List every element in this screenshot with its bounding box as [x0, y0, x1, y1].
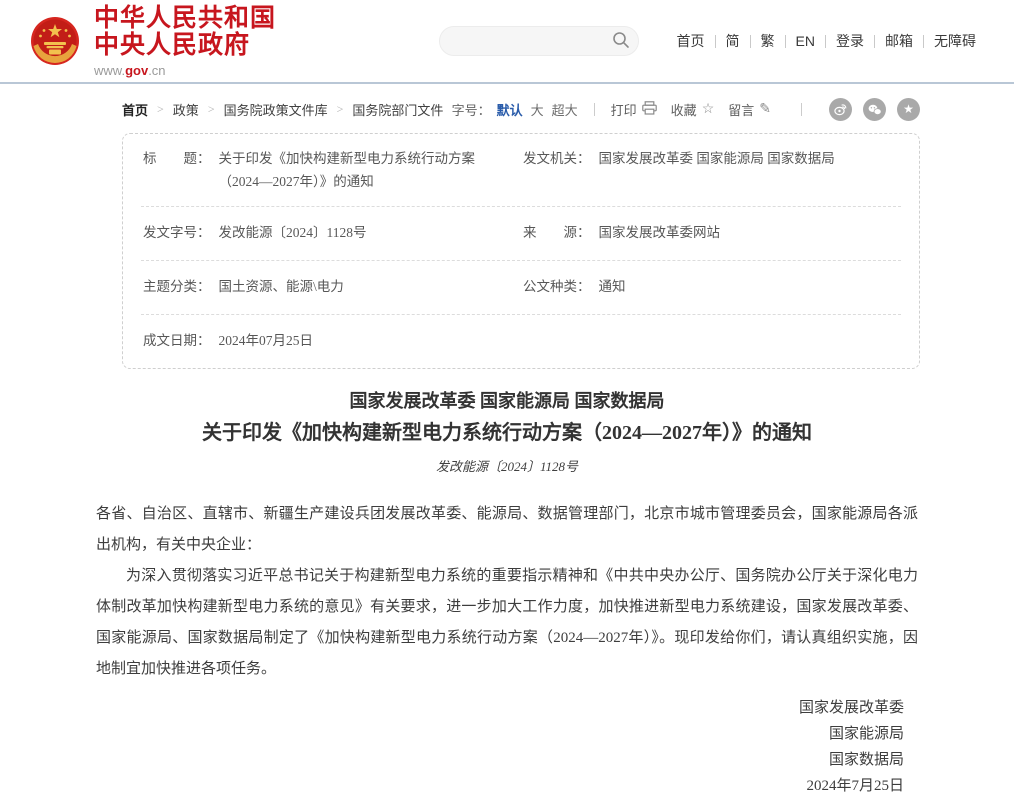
- share-qzone-button[interactable]: ★: [897, 98, 920, 121]
- breadcrumb-policy[interactable]: 政策: [173, 100, 199, 119]
- meta-date-cell: 成文日期： 2024年07月25日: [141, 315, 521, 368]
- divider: [801, 103, 802, 116]
- meta-doctype-label: 公文种类：: [523, 276, 591, 299]
- document-title-agencies: 国家发展改革委 国家能源局 国家数据局: [96, 387, 918, 416]
- nav-mail[interactable]: 邮箱: [875, 31, 923, 51]
- page-toolbar: 字号： 默认 大 超大 打印 收藏 ☆ 留言 ✎: [452, 98, 920, 121]
- font-size-label: 字号：: [452, 100, 491, 119]
- document-body: 国家发展改革委 国家能源局 国家数据局 关于印发《加快构建新型电力系统行动方案（…: [96, 387, 918, 799]
- meta-category-value: 国土资源、能源\电力: [219, 276, 344, 299]
- document-paragraph-recipients: 各省、自治区、直辖市、新疆生产建设兵团发展改革委、能源局、数据管理部门，北京市城…: [96, 499, 918, 561]
- favorite-label: 收藏: [671, 100, 697, 119]
- font-size-large-button[interactable]: 大: [531, 100, 544, 119]
- meta-docnumber-cell: 发文字号： 发改能源〔2024〕1128号: [141, 207, 521, 260]
- signature-nda: 国家数据局: [96, 747, 904, 773]
- meta-docnumber-label: 发文字号：: [143, 222, 211, 245]
- share-icons: ★: [818, 98, 920, 121]
- weibo-icon: [834, 103, 847, 116]
- meta-row: 发文字号： 发改能源〔2024〕1128号 来 源： 国家发展改革委网站: [141, 207, 901, 261]
- national-emblem-icon: [30, 16, 80, 66]
- meta-title-value: 关于印发《加快构建新型电力系统行动方案（2024—2027年）》的通知: [219, 148, 512, 194]
- meta-row: 标 题： 关于印发《加快构建新型电力系统行动方案（2024—2027年）》的通知…: [141, 134, 901, 207]
- meta-docnumber-value: 发改能源〔2024〕1128号: [219, 222, 367, 245]
- star-badge-icon: ★: [903, 102, 914, 117]
- signature-block: 国家发展改革委 国家能源局 国家数据局 2024年7月25日: [96, 695, 918, 799]
- site-header: 中华人民共和国中央人民政府 www.gov.cn 首页 简 繁 EN 登录 邮箱…: [0, 0, 1014, 84]
- search-button[interactable]: [609, 29, 633, 53]
- breadcrumb-separator: >: [337, 102, 344, 117]
- meta-source-label: 来 源：: [523, 222, 591, 245]
- meta-doctype-cell: 公文种类： 通知: [521, 261, 901, 314]
- meta-date-value: 2024年07月25日: [219, 330, 314, 353]
- share-wechat-button[interactable]: [863, 98, 886, 121]
- font-size-xlarge-button[interactable]: 超大: [552, 100, 578, 119]
- meta-category-cell: 主题分类： 国土资源、能源\电力: [141, 261, 521, 314]
- meta-row: 主题分类： 国土资源、能源\电力 公文种类： 通知: [141, 261, 901, 315]
- document-paragraph-body: 为深入贯彻落实习近平总书记关于构建新型电力系统的重要指示精神和《中共中央办公厅、…: [96, 561, 918, 685]
- site-url-gov: gov: [125, 63, 148, 78]
- breadcrumb-separator: >: [157, 102, 164, 117]
- meta-source-value: 国家发展改革委网站: [599, 222, 721, 245]
- printer-icon: [642, 101, 657, 119]
- site-url-prefix: www.: [94, 63, 125, 78]
- meta-date-label: 成文日期：: [143, 330, 211, 353]
- breadcrumb-department-docs[interactable]: 国务院部门文件: [352, 100, 443, 119]
- breadcrumb-policy-library[interactable]: 国务院政策文件库: [224, 100, 328, 119]
- meta-doctype-value: 通知: [599, 276, 626, 299]
- signature-ndrc: 国家发展改革委: [96, 695, 904, 721]
- divider: [594, 103, 595, 116]
- meta-issuer-value: 国家发展改革委 国家能源局 国家数据局: [599, 148, 835, 194]
- signature-date: 2024年7月25日: [96, 773, 904, 799]
- meta-title-cell: 标 题： 关于印发《加快构建新型电力系统行动方案（2024—2027年）》的通知: [141, 134, 521, 206]
- document-number: 发改能源〔2024〕1128号: [96, 456, 918, 475]
- comment-button[interactable]: 留言 ✎: [728, 100, 771, 119]
- meta-issuer-label: 发文机关：: [523, 148, 591, 194]
- search-box: [439, 26, 639, 56]
- print-button[interactable]: 打印: [611, 100, 657, 119]
- nav-login[interactable]: 登录: [826, 31, 874, 51]
- document-title-main: 关于印发《加快构建新型电力系统行动方案（2024—2027年）》的通知: [96, 417, 918, 449]
- site-logo[interactable]: 中华人民共和国中央人民政府 www.gov.cn: [30, 5, 279, 78]
- meta-issuer-cell: 发文机关： 国家发展改革委 国家能源局 国家数据局: [521, 134, 901, 206]
- document-meta-table: 标 题： 关于印发《加快构建新型电力系统行动方案（2024—2027年）》的通知…: [122, 133, 920, 369]
- comment-label: 留言: [728, 100, 754, 119]
- site-title-block: 中华人民共和国中央人民政府 www.gov.cn: [94, 5, 279, 78]
- nav-accessibility[interactable]: 无障碍: [924, 31, 986, 51]
- font-size-default-button[interactable]: 默认: [497, 100, 523, 119]
- nav-traditional[interactable]: 繁: [751, 31, 785, 51]
- wechat-icon: [868, 104, 882, 116]
- print-label: 打印: [611, 100, 637, 119]
- meta-category-label: 主题分类：: [143, 276, 211, 299]
- nav-english[interactable]: EN: [786, 33, 825, 49]
- site-url-suffix: .cn: [148, 63, 165, 78]
- star-icon: ☆: [702, 103, 715, 117]
- nav-simplified[interactable]: 简: [716, 31, 750, 51]
- top-nav: 首页 简 繁 EN 登录 邮箱 无障碍: [667, 31, 986, 51]
- meta-source-cell: 来 源： 国家发展改革委网站: [521, 207, 901, 260]
- breadcrumb-separator: >: [208, 102, 215, 117]
- site-url: www.gov.cn: [94, 63, 279, 78]
- signature-nea: 国家能源局: [96, 721, 904, 747]
- meta-row: 成文日期： 2024年07月25日: [141, 315, 901, 368]
- meta-empty-cell: [521, 315, 901, 368]
- nav-home[interactable]: 首页: [667, 31, 715, 51]
- favorite-button[interactable]: 收藏 ☆: [671, 100, 715, 119]
- site-title[interactable]: 中华人民共和国中央人民政府: [94, 5, 279, 60]
- share-weibo-button[interactable]: [829, 98, 852, 121]
- breadcrumb-home[interactable]: 首页: [122, 100, 148, 119]
- meta-title-label: 标 题：: [143, 148, 211, 194]
- pencil-icon: ✎: [759, 103, 771, 117]
- breadcrumb: 首页 > 政策 > 国务院政策文件库 > 国务院部门文件: [122, 100, 443, 119]
- breadcrumb-toolbar-row: 首页 > 政策 > 国务院政策文件库 > 国务院部门文件 字号： 默认 大 超大…: [122, 98, 920, 121]
- search-icon: [612, 31, 630, 49]
